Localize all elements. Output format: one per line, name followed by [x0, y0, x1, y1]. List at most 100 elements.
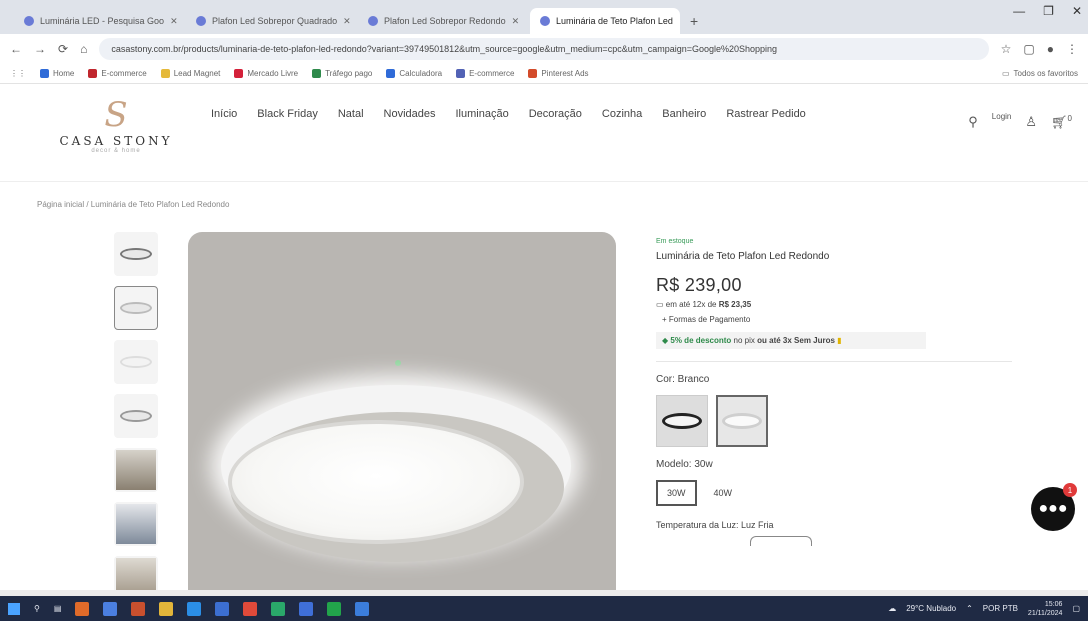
chrome-icon[interactable] — [243, 601, 258, 616]
app-icon[interactable] — [299, 601, 314, 616]
nav-item-black-friday[interactable]: Black Friday — [257, 108, 318, 120]
nav-item-cozinha[interactable]: Cozinha — [602, 108, 642, 120]
chat-button[interactable]: ●●● 1 — [1031, 483, 1077, 531]
forward-icon[interactable]: → — [34, 42, 46, 56]
browser-tab[interactable]: Plafon Led Sobrepor Quadrado ✕ — [186, 8, 356, 34]
bookmark-item[interactable]: Mercado Livre — [234, 69, 298, 78]
bookmark-icon — [234, 69, 244, 78]
bookmark-item[interactable]: Pinterest Ads — [528, 69, 589, 78]
folder-icon: ▭ — [1001, 69, 1010, 78]
tab-title: Plafon Led Sobrepor Redondo — [384, 16, 506, 26]
close-icon[interactable]: ✕ — [343, 16, 351, 27]
apps-icon[interactable]: ⋮⋮ — [10, 69, 26, 78]
close-icon[interactable]: ✕ — [170, 16, 178, 27]
app-icon[interactable] — [355, 601, 370, 616]
bookmark-item[interactable]: E-commerce — [88, 69, 147, 78]
model-option-30w[interactable]: 30W — [656, 480, 697, 506]
bookmark-item[interactable]: Tráfego pago — [312, 69, 372, 78]
reload-icon[interactable]: ⟳ — [58, 42, 68, 56]
temperature-label: Temperatura da Luz: Luz Fria — [656, 520, 774, 530]
card-badge-icon: ▮ — [837, 336, 842, 345]
thumbnail-selected[interactable] — [114, 286, 158, 330]
windows-start-icon[interactable] — [8, 602, 20, 615]
bookmark-icon — [456, 69, 466, 78]
bookmark-item[interactable]: Lead Magnet — [160, 69, 221, 78]
thumbnail[interactable] — [114, 232, 158, 276]
login-label[interactable]: Login — [992, 112, 1012, 121]
menu-icon[interactable]: ⋮ — [1066, 42, 1078, 56]
tab-title: Luminária LED - Pesquisa Goo — [40, 16, 165, 26]
nav-item-banheiro[interactable]: Banheiro — [662, 108, 706, 120]
folder-icon[interactable] — [159, 601, 174, 616]
tab-favicon-icon — [368, 16, 378, 26]
bookmark-item[interactable]: Calculadora — [386, 69, 442, 78]
close-icon[interactable]: ✕ — [512, 16, 520, 27]
store-logo[interactable]: S CASA STONY decor & home — [46, 98, 186, 154]
all-bookmarks-item[interactable]: ▭ Todos os favoritos — [1002, 69, 1078, 78]
profile-icon[interactable]: ● — [1047, 42, 1054, 56]
discount-mid: no pix — [733, 336, 755, 345]
close-window-icon[interactable]: ✕ — [1072, 4, 1082, 18]
notifications-icon[interactable]: ▢ — [1072, 604, 1080, 613]
temperature-option[interactable] — [750, 536, 812, 546]
product-price: R$ 239,00 — [656, 275, 742, 295]
weather-icon: ☁ — [888, 604, 897, 613]
thumbnail-image — [120, 248, 152, 260]
language-indicator[interactable]: POR PTB — [983, 604, 1018, 613]
model-option-40w[interactable]: 40W — [705, 482, 742, 504]
star-icon[interactable]: ☆ — [1001, 42, 1012, 56]
tray-arrow-icon[interactable]: ⌃ — [966, 604, 973, 613]
nav-item-natal[interactable]: Natal — [338, 108, 364, 120]
thumbnail[interactable] — [114, 394, 158, 438]
main-nav: Início Black Friday Natal Novidades Ilum… — [211, 108, 851, 120]
nav-item-novidades[interactable]: Novidades — [384, 108, 436, 120]
minimize-icon[interactable]: — — [1013, 4, 1025, 18]
browser-tab[interactable]: Plafon Led Sobrepor Redondo ✕ — [358, 8, 528, 34]
cart-icon[interactable]: 🛒︎0 — [1051, 114, 1072, 130]
bookmark-icon — [528, 69, 538, 78]
product-main-image[interactable] — [188, 232, 616, 592]
close-icon[interactable]: ✕ — [679, 16, 680, 27]
search-icon[interactable]: ⚲ — [34, 604, 40, 613]
browser-tab[interactable]: Luminária LED - Pesquisa Goo ✕ — [14, 8, 184, 34]
bookmark-label: Lead Magnet — [173, 69, 221, 78]
cart-count: 0 — [1067, 114, 1072, 123]
maximize-icon[interactable]: ❐ — [1043, 4, 1054, 18]
app-icon[interactable] — [131, 601, 146, 616]
nav-item-iluminacao[interactable]: Iluminação — [456, 108, 509, 120]
bookmark-item[interactable]: E-commerce — [456, 69, 514, 78]
new-tab-button[interactable]: + — [682, 8, 706, 34]
tab-title: Luminária de Teto Plafon Led — [556, 16, 673, 26]
model-options: 30W 40W — [656, 480, 1016, 506]
app-icon[interactable] — [187, 601, 202, 616]
nav-item-inicio[interactable]: Início — [211, 108, 237, 120]
thumbnail[interactable] — [114, 448, 158, 492]
color-swatch-branco[interactable] — [716, 395, 768, 447]
thumbnail[interactable] — [114, 340, 158, 384]
weather-text[interactable]: 29°C Nublado — [906, 604, 956, 613]
card-icon: ▭ — [656, 300, 664, 309]
user-icon[interactable]: ♙ — [1025, 114, 1037, 130]
search-icon[interactable]: ⚲ — [968, 114, 978, 130]
payment-methods-link[interactable]: + Formas de Pagamento — [656, 315, 1016, 324]
nav-item-decoracao[interactable]: Decoração — [529, 108, 582, 120]
back-icon[interactable]: ← — [10, 42, 22, 56]
nav-item-rastrear-pedido[interactable]: Rastrear Pedido — [726, 108, 806, 120]
app-icon[interactable] — [215, 601, 230, 616]
bookmark-item[interactable]: Home — [40, 69, 74, 78]
clock[interactable]: 15:06 21/11/2024 — [1028, 600, 1063, 618]
extensions-icon[interactable]: ▢ — [1023, 42, 1034, 56]
app-icon[interactable] — [271, 601, 286, 616]
bookmark-label: Pinterest Ads — [541, 69, 589, 78]
app-icon[interactable] — [75, 601, 90, 616]
app-icon[interactable] — [327, 601, 342, 616]
home-icon[interactable]: ⌂ — [80, 42, 87, 56]
url-input[interactable]: casastony.com.br/products/luminaria-de-t… — [99, 38, 989, 60]
thumbnail[interactable] — [114, 502, 158, 546]
breadcrumb[interactable]: Página inicial / Luminária de Teto Plafo… — [37, 200, 229, 209]
app-icon[interactable] — [103, 601, 118, 616]
browser-tab-active[interactable]: Luminária de Teto Plafon Led ✕ — [530, 8, 680, 34]
logo-text: CASA STONY — [59, 134, 173, 148]
task-view-icon[interactable]: ▤ — [54, 604, 62, 613]
color-swatch-preto[interactable] — [656, 395, 708, 447]
